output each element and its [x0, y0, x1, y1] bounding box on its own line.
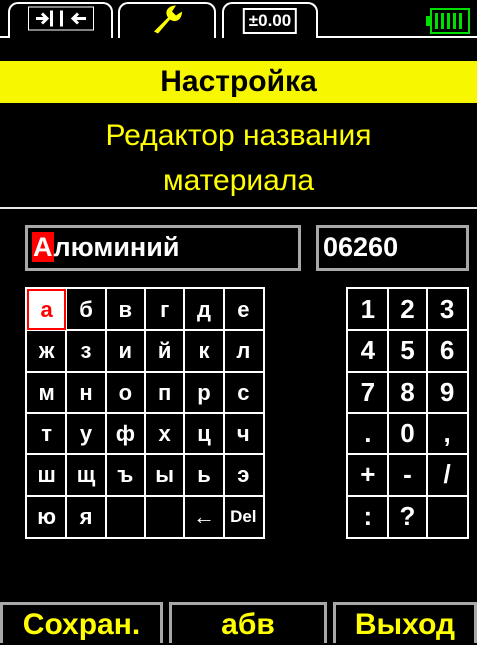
- letter-key[interactable]: ф: [106, 413, 145, 454]
- material-name-text: люминий: [53, 232, 180, 262]
- letter-key: [145, 496, 184, 537]
- letter-key[interactable]: л: [224, 330, 263, 371]
- letter-key[interactable]: ч: [224, 413, 263, 454]
- letter-key[interactable]: ш: [27, 454, 66, 495]
- letter-key[interactable]: з: [66, 330, 105, 371]
- letter-key[interactable]: ь: [184, 454, 223, 495]
- letter-key[interactable]: р: [184, 372, 223, 413]
- tab-zero[interactable]: ±0.00: [222, 2, 318, 38]
- letter-key[interactable]: ъ: [106, 454, 145, 495]
- letter-key[interactable]: г: [145, 289, 184, 330]
- exit-button[interactable]: Выход: [333, 602, 477, 643]
- letter-key[interactable]: п: [145, 372, 184, 413]
- tab-calibration[interactable]: [8, 2, 113, 38]
- mode-button[interactable]: абв: [169, 602, 327, 643]
- digit-key[interactable]: +: [348, 454, 388, 495]
- letter-key[interactable]: в: [106, 289, 145, 330]
- letter-key[interactable]: к: [184, 330, 223, 371]
- digit-key[interactable]: 0: [388, 413, 428, 454]
- letter-key[interactable]: с: [224, 372, 263, 413]
- letter-key[interactable]: й: [145, 330, 184, 371]
- letter-key[interactable]: Del: [224, 496, 263, 537]
- letter-key[interactable]: щ: [66, 454, 105, 495]
- letter-key[interactable]: ю: [27, 496, 66, 537]
- letter-key[interactable]: ж: [27, 330, 66, 371]
- letter-key[interactable]: ы: [145, 454, 184, 495]
- page-title: Настройка: [0, 61, 477, 103]
- digit-key[interactable]: 9: [427, 372, 467, 413]
- tab-settings[interactable]: [118, 2, 216, 38]
- letter-key: [106, 496, 145, 537]
- letter-key[interactable]: о: [106, 372, 145, 413]
- digit-key[interactable]: 8: [388, 372, 428, 413]
- digit-key[interactable]: 6: [427, 330, 467, 371]
- letter-key[interactable]: б: [66, 289, 105, 330]
- letter-key[interactable]: х: [145, 413, 184, 454]
- digit-key[interactable]: 4: [348, 330, 388, 371]
- digit-key[interactable]: .: [348, 413, 388, 454]
- digit-key[interactable]: 5: [388, 330, 428, 371]
- letter-key[interactable]: и: [106, 330, 145, 371]
- text-cursor: А: [32, 232, 54, 262]
- letter-key[interactable]: э: [224, 454, 263, 495]
- letter-key[interactable]: у: [66, 413, 105, 454]
- letter-keyboard: а б в г д е ж з и й к л м н о п р с т у ф х ц ч ш щ ъ ы ь э ю я ← Del: [25, 287, 265, 539]
- digit-key[interactable]: /: [427, 454, 467, 495]
- digit-key[interactable]: -: [388, 454, 428, 495]
- material-code-field[interactable]: 06260: [316, 225, 469, 271]
- divider: [0, 207, 477, 209]
- zero-display-icon: ±0.00: [242, 8, 298, 34]
- letter-key[interactable]: т: [27, 413, 66, 454]
- digit-key[interactable]: 3: [427, 289, 467, 330]
- battery-icon: [426, 8, 470, 34]
- digit-key[interactable]: ?: [388, 496, 428, 537]
- letter-key[interactable]: а: [27, 289, 67, 331]
- tab-baseline: [318, 36, 477, 38]
- letter-key[interactable]: д: [184, 289, 223, 330]
- letter-key[interactable]: м: [27, 372, 66, 413]
- split-arrows-icon: [26, 5, 95, 36]
- subtitle-line-1: Редактор названия: [105, 119, 372, 152]
- tab-baseline: [0, 36, 8, 38]
- letter-key[interactable]: я: [66, 496, 105, 537]
- digit-key[interactable]: 7: [348, 372, 388, 413]
- subtitle-line-2: материала: [162, 164, 315, 197]
- save-button[interactable]: Сохран.: [0, 602, 163, 643]
- letter-key[interactable]: ←: [184, 496, 223, 537]
- digit-key[interactable]: 1: [348, 289, 388, 330]
- digit-key: [427, 496, 467, 537]
- wrench-icon: [150, 4, 184, 39]
- digit-keyboard: 1 2 3 4 5 6 7 8 9. 0, + - /:?: [346, 287, 469, 539]
- letter-key[interactable]: е: [224, 289, 263, 330]
- material-name-field[interactable]: Алюминий: [25, 225, 301, 271]
- digit-key[interactable]: ,: [427, 413, 467, 454]
- material-code-value: 06260: [323, 232, 399, 262]
- digit-key[interactable]: :: [348, 496, 388, 537]
- letter-key[interactable]: ц: [184, 413, 223, 454]
- digit-key[interactable]: 2: [388, 289, 428, 330]
- letter-key[interactable]: н: [66, 372, 105, 413]
